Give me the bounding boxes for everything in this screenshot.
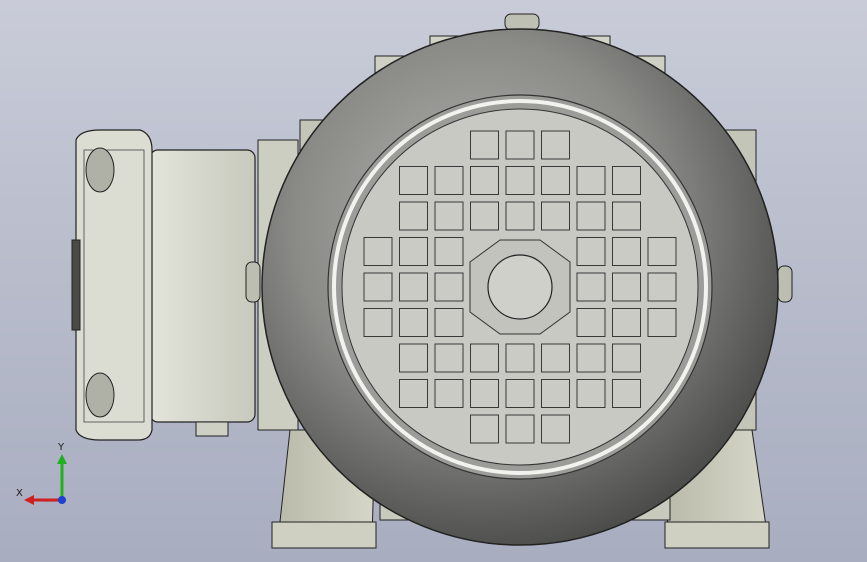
grille-slot	[576, 237, 606, 266]
x-axis-label: X	[16, 488, 23, 499]
grille-slot	[505, 130, 535, 160]
grille-slot	[576, 272, 606, 302]
grille-slot	[541, 414, 570, 444]
grille-slot	[470, 414, 499, 444]
grille-slot	[612, 237, 641, 266]
y-axis-label: Y	[58, 442, 65, 453]
grille-slot	[576, 166, 606, 195]
axis-triad	[24, 454, 67, 505]
grille-slot	[612, 272, 641, 302]
grille-slot	[505, 414, 535, 444]
grille-slot	[470, 343, 499, 373]
grille-slot	[470, 130, 499, 160]
grille-slot	[541, 343, 570, 373]
grille-slot	[470, 201, 499, 231]
grille-slot	[434, 166, 464, 195]
grille-slot	[434, 201, 464, 231]
grille-slot	[505, 379, 535, 408]
grille-slot	[612, 166, 641, 195]
grille-slot	[541, 379, 570, 408]
grille-slot	[647, 272, 677, 302]
grille-slot	[434, 343, 464, 373]
grille-slot	[612, 343, 641, 373]
grille-slot	[470, 379, 499, 408]
grille-slot	[505, 201, 535, 231]
grille-slot	[434, 379, 464, 408]
grille-slot	[612, 379, 641, 408]
grille-slot	[541, 166, 570, 195]
grille-slot	[576, 308, 606, 337]
grille-slot	[399, 308, 428, 337]
grille-slot	[470, 166, 499, 195]
grille-slot	[505, 166, 535, 195]
grille-slot	[363, 308, 393, 337]
grille-slot	[399, 379, 428, 408]
cad-viewport[interactable]: X Y	[0, 0, 867, 562]
grille-slot	[434, 308, 464, 337]
grille-slot	[399, 343, 428, 373]
grille-slot	[399, 166, 428, 195]
grille-slot	[576, 201, 606, 231]
motor-model	[71, 13, 793, 549]
grille-slot	[576, 343, 606, 373]
grille-slot	[505, 343, 535, 373]
grille-slot	[647, 308, 677, 337]
grille-slot	[647, 237, 677, 266]
grille-slot	[612, 201, 641, 231]
grille-slot	[399, 201, 428, 231]
grille-slot	[612, 308, 641, 337]
grille-slot	[541, 201, 570, 231]
grille-slot	[541, 130, 570, 160]
grille-slot	[399, 237, 428, 266]
grille-slot	[576, 379, 606, 408]
grille-slot	[399, 272, 428, 302]
z-axis-dot	[58, 496, 66, 504]
grille-slot	[363, 237, 393, 266]
grille-slot	[434, 272, 464, 302]
grille-slot	[434, 237, 464, 266]
grille-hub	[469, 239, 571, 335]
grille-slot	[363, 272, 393, 302]
